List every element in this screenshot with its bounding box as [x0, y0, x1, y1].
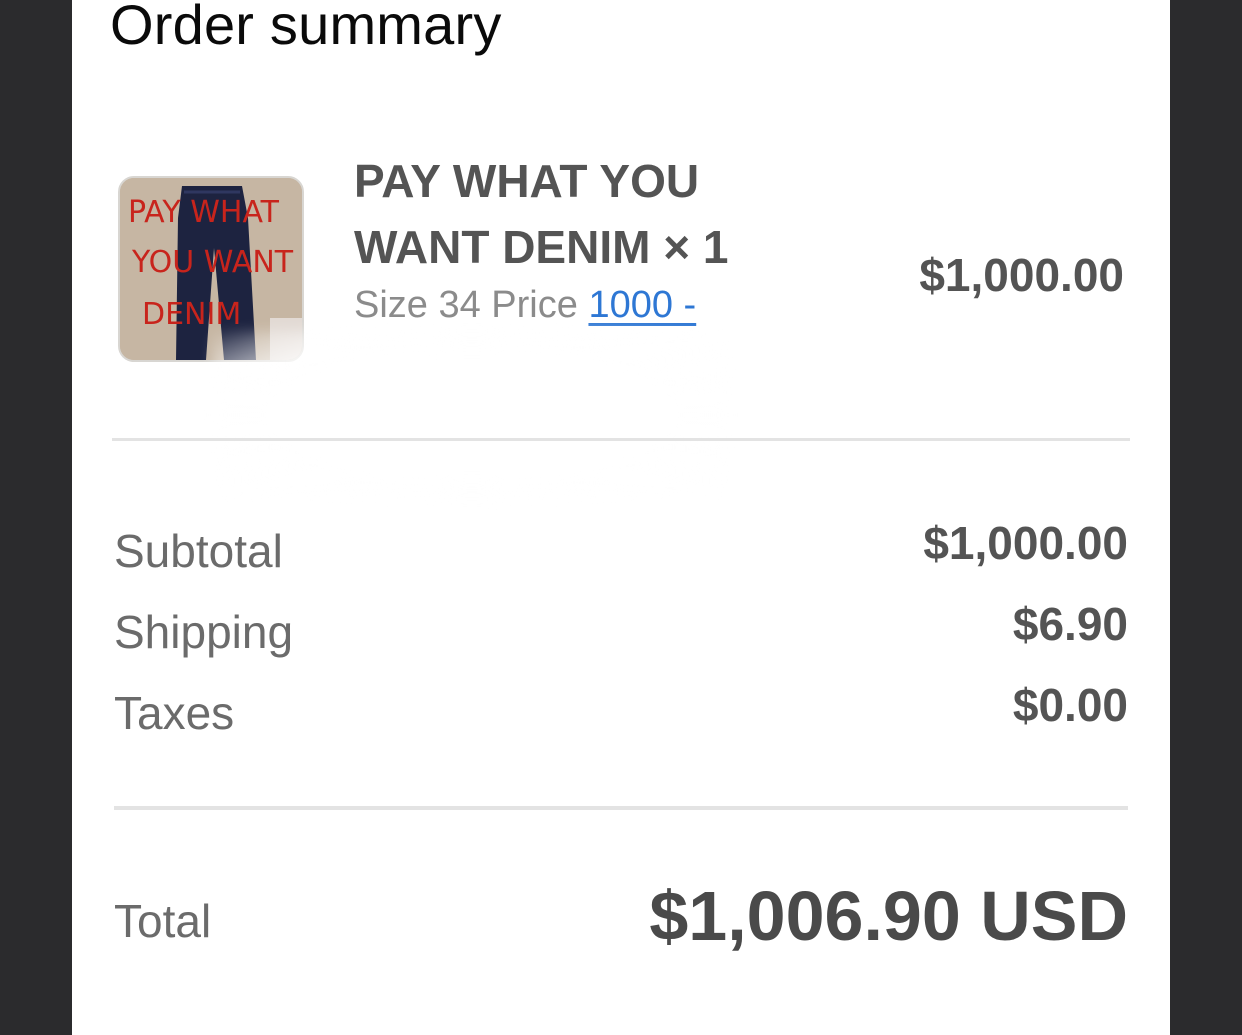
variant-text: Size 34 Price: [354, 284, 578, 326]
redaction-smudge: [212, 330, 732, 500]
total-label: Total: [114, 895, 212, 947]
shipping-row: Shipping $6.90: [114, 598, 1128, 665]
divider: [114, 806, 1128, 810]
taxes-value: $0.00: [1012, 679, 1128, 731]
page-title: Order summary: [110, 0, 502, 56]
taxes-label: Taxes: [114, 687, 235, 739]
line-item-price: $1,000.00: [919, 249, 1124, 301]
order-summary-panel: Order summary PAY WHAT YOU WANT DENIM PA…: [72, 0, 1170, 1035]
shipping-value: $6.90: [1012, 598, 1128, 650]
taxes-row: Taxes $0.00: [114, 679, 1128, 746]
price-link[interactable]: 1000 -: [588, 284, 696, 326]
product-name: PAY WHAT YOU WANT DENIM × 1: [354, 155, 729, 273]
product-variant: Size 34 Price 1000 -: [354, 284, 696, 327]
shipping-label: Shipping: [114, 606, 294, 658]
divider: [112, 438, 1130, 441]
subtotal-row: Subtotal $1,000.00: [114, 517, 1128, 584]
subtotal-label: Subtotal: [114, 525, 283, 577]
thumbnail-caption-1: PAY WHAT: [128, 195, 280, 230]
thumbnail-caption-3: DENIM: [142, 297, 241, 332]
subtotal-value: $1,000.00: [923, 517, 1128, 569]
thumbnail-caption-2: YOU WANT: [131, 245, 294, 280]
total-value: $1,006.90 USD: [649, 877, 1128, 955]
